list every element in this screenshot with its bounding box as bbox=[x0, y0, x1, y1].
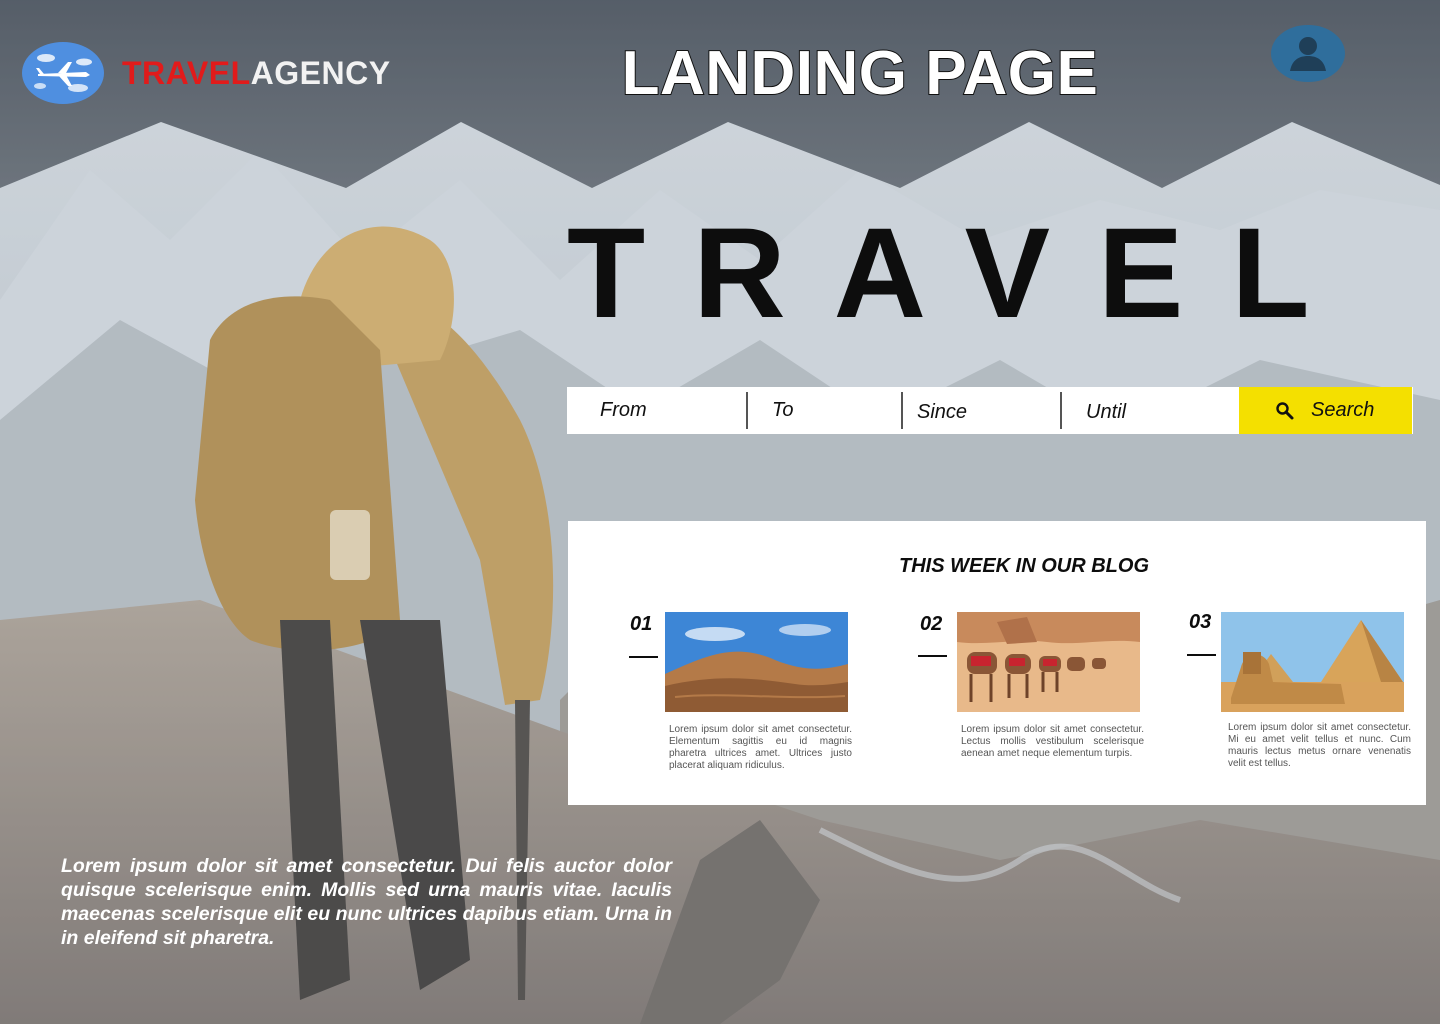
brand-name[interactable]: TRAVELAGENCY bbox=[122, 55, 391, 92]
sphinx-pyramids-photo[interactable] bbox=[1221, 612, 1404, 712]
intro-paragraph: Lorem ipsum dolor sit amet consectetur. … bbox=[61, 855, 672, 949]
since-field-wrapper bbox=[903, 387, 1060, 434]
since-input[interactable] bbox=[917, 401, 1060, 424]
desert-dunes-photo[interactable] bbox=[665, 612, 848, 712]
search-button[interactable]: Search bbox=[1239, 387, 1412, 434]
blog-card-dash bbox=[629, 656, 658, 658]
until-input[interactable] bbox=[1086, 401, 1239, 424]
blog-card-dash bbox=[1187, 654, 1216, 656]
blog-card-number: 01 bbox=[630, 613, 653, 635]
search-bar: Search bbox=[567, 387, 1413, 434]
blog-panel: THIS WEEK IN OUR BLOG 01 Lorem ipsum dol… bbox=[568, 521, 1426, 805]
blog-card-text: Lorem ipsum dolor sit amet consectetur. … bbox=[961, 724, 1144, 759]
blog-card-text: Lorem ipsum dolor sit amet consectetur. … bbox=[669, 724, 852, 771]
brand-name-agency: AGENCY bbox=[250, 55, 391, 91]
from-input[interactable] bbox=[600, 399, 746, 422]
blog-card-number: 02 bbox=[920, 613, 943, 635]
blog-card-dash bbox=[918, 655, 947, 657]
page-title: LANDING PAGE bbox=[621, 38, 1099, 109]
search-button-label: Search bbox=[1311, 399, 1375, 421]
blog-title: THIS WEEK IN OUR BLOG bbox=[899, 555, 1149, 577]
hero-title: TRAVEL bbox=[567, 202, 1358, 345]
blog-card-number: 03 bbox=[1189, 611, 1212, 633]
from-field-wrapper bbox=[567, 387, 746, 434]
brand-name-travel: TRAVEL bbox=[122, 55, 251, 91]
camel-caravan-photo[interactable] bbox=[957, 612, 1140, 712]
blog-card-text: Lorem ipsum dolor sit amet consectetur. … bbox=[1228, 722, 1411, 769]
to-field-wrapper bbox=[748, 387, 901, 434]
until-field-wrapper bbox=[1062, 387, 1239, 434]
to-input[interactable] bbox=[772, 399, 901, 422]
search-icon bbox=[1276, 401, 1294, 419]
user-profile-icon[interactable] bbox=[1271, 25, 1345, 82]
airplane-globe-icon[interactable] bbox=[22, 42, 104, 104]
